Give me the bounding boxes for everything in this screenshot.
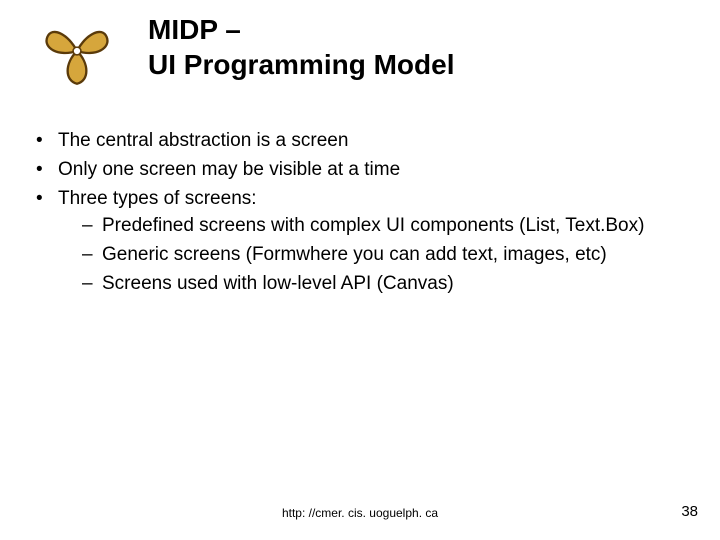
title-line-2: UI Programming Model [148, 47, 454, 82]
slide-number: 38 [681, 503, 698, 520]
bullet-text: Only one screen may be visible at a time [58, 159, 400, 180]
sub-bullet-item: Predefined screens with complex UI compo… [58, 213, 680, 238]
title-line-1: MIDP – [148, 12, 454, 47]
sub-bullet-item: Screens used with low-level API (Canvas) [58, 271, 680, 296]
sub-bullet-item: Generic screens (Formwhere you can add t… [58, 242, 680, 267]
bullet-item: The central abstraction is a screen [30, 128, 680, 153]
bullet-text: Three types of screens: [58, 188, 257, 209]
bullet-text: The central abstraction is a screen [58, 130, 348, 151]
sub-bullet-text: Screens used with low-level API (Canvas) [102, 273, 454, 294]
trefoil-logo-icon [38, 12, 116, 90]
sub-bullet-text: Predefined screens with complex UI compo… [102, 215, 644, 236]
bullet-item: Only one screen may be visible at a time [30, 157, 680, 182]
slide-body: The central abstraction is a screen Only… [30, 128, 680, 300]
footer-url: http: //cmer. cis. uoguelph. ca [0, 506, 720, 520]
bullet-item: Three types of screens: Predefined scree… [30, 186, 680, 296]
sub-bullet-text: Generic screens (Formwhere you can add t… [102, 244, 607, 265]
slide-title: MIDP – UI Programming Model [148, 12, 454, 82]
